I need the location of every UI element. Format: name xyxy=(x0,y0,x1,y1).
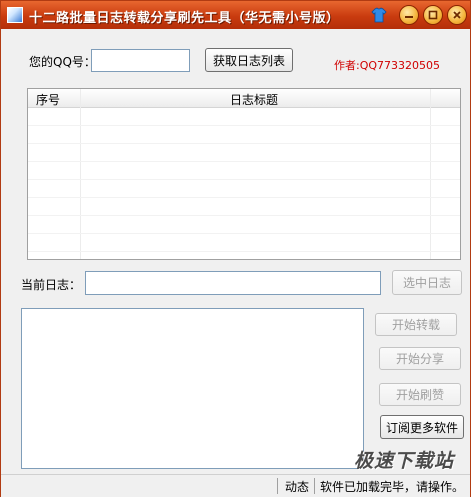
list-row-line xyxy=(28,125,460,126)
status-bar: 动态 软件已加载完毕，请操作。 xyxy=(1,474,470,497)
column-header-index[interactable]: 序号 xyxy=(36,91,60,108)
skin-icon[interactable] xyxy=(371,7,387,23)
window-title: 十二路批量日志转载分享刷先工具（华无需小号版） xyxy=(29,11,340,26)
status-message: 软件已加载完毕，请操作。 xyxy=(320,480,465,494)
status-divider xyxy=(314,478,315,494)
fetch-log-list-button[interactable]: 获取日志列表 xyxy=(205,48,293,72)
qq-label: 您的QQ号： xyxy=(29,55,96,69)
select-log-button[interactable]: 选中日志 xyxy=(392,270,462,295)
app-icon xyxy=(7,7,23,23)
list-header: 序号 日志标题 xyxy=(28,89,460,108)
list-row-line xyxy=(28,197,460,198)
start-share-button[interactable]: 开始分享 xyxy=(379,347,461,370)
qq-input[interactable] xyxy=(91,49,190,72)
title-bar[interactable]: 十二路批量日志转载分享刷先工具（华无需小号版） xyxy=(1,1,470,29)
start-repost-button[interactable]: 开始转载 xyxy=(375,313,457,336)
status-label: 动态 xyxy=(285,480,310,494)
current-log-label: 当前日志： xyxy=(21,278,82,292)
author-label: 作者:QQ773320505 xyxy=(334,59,441,72)
list-row-line xyxy=(28,179,460,180)
current-log-input[interactable] xyxy=(85,271,381,295)
list-row-line xyxy=(28,215,460,216)
restore-icon[interactable] xyxy=(423,5,443,25)
subscribe-more-button[interactable]: 订阅更多软件 xyxy=(380,415,464,439)
close-icon[interactable] xyxy=(447,5,467,25)
log-list[interactable]: 序号 日志标题 xyxy=(27,88,461,260)
list-row-line xyxy=(28,251,460,252)
main-window: 十二路批量日志转载分享刷先工具（华无需小号版） 您的QQ号： 获取日志列表 作者… xyxy=(0,0,471,497)
column-header-title[interactable]: 日志标题 xyxy=(230,91,278,108)
list-row-line xyxy=(28,233,460,234)
list-row-line xyxy=(28,143,460,144)
list-row-line xyxy=(28,161,460,162)
status-divider xyxy=(277,478,278,494)
watermark-logo: 极速下载站 xyxy=(354,450,455,472)
log-output-area[interactable] xyxy=(21,308,364,469)
minimize-icon[interactable] xyxy=(399,5,419,25)
start-like-button[interactable]: 开始刷赞 xyxy=(379,383,461,406)
